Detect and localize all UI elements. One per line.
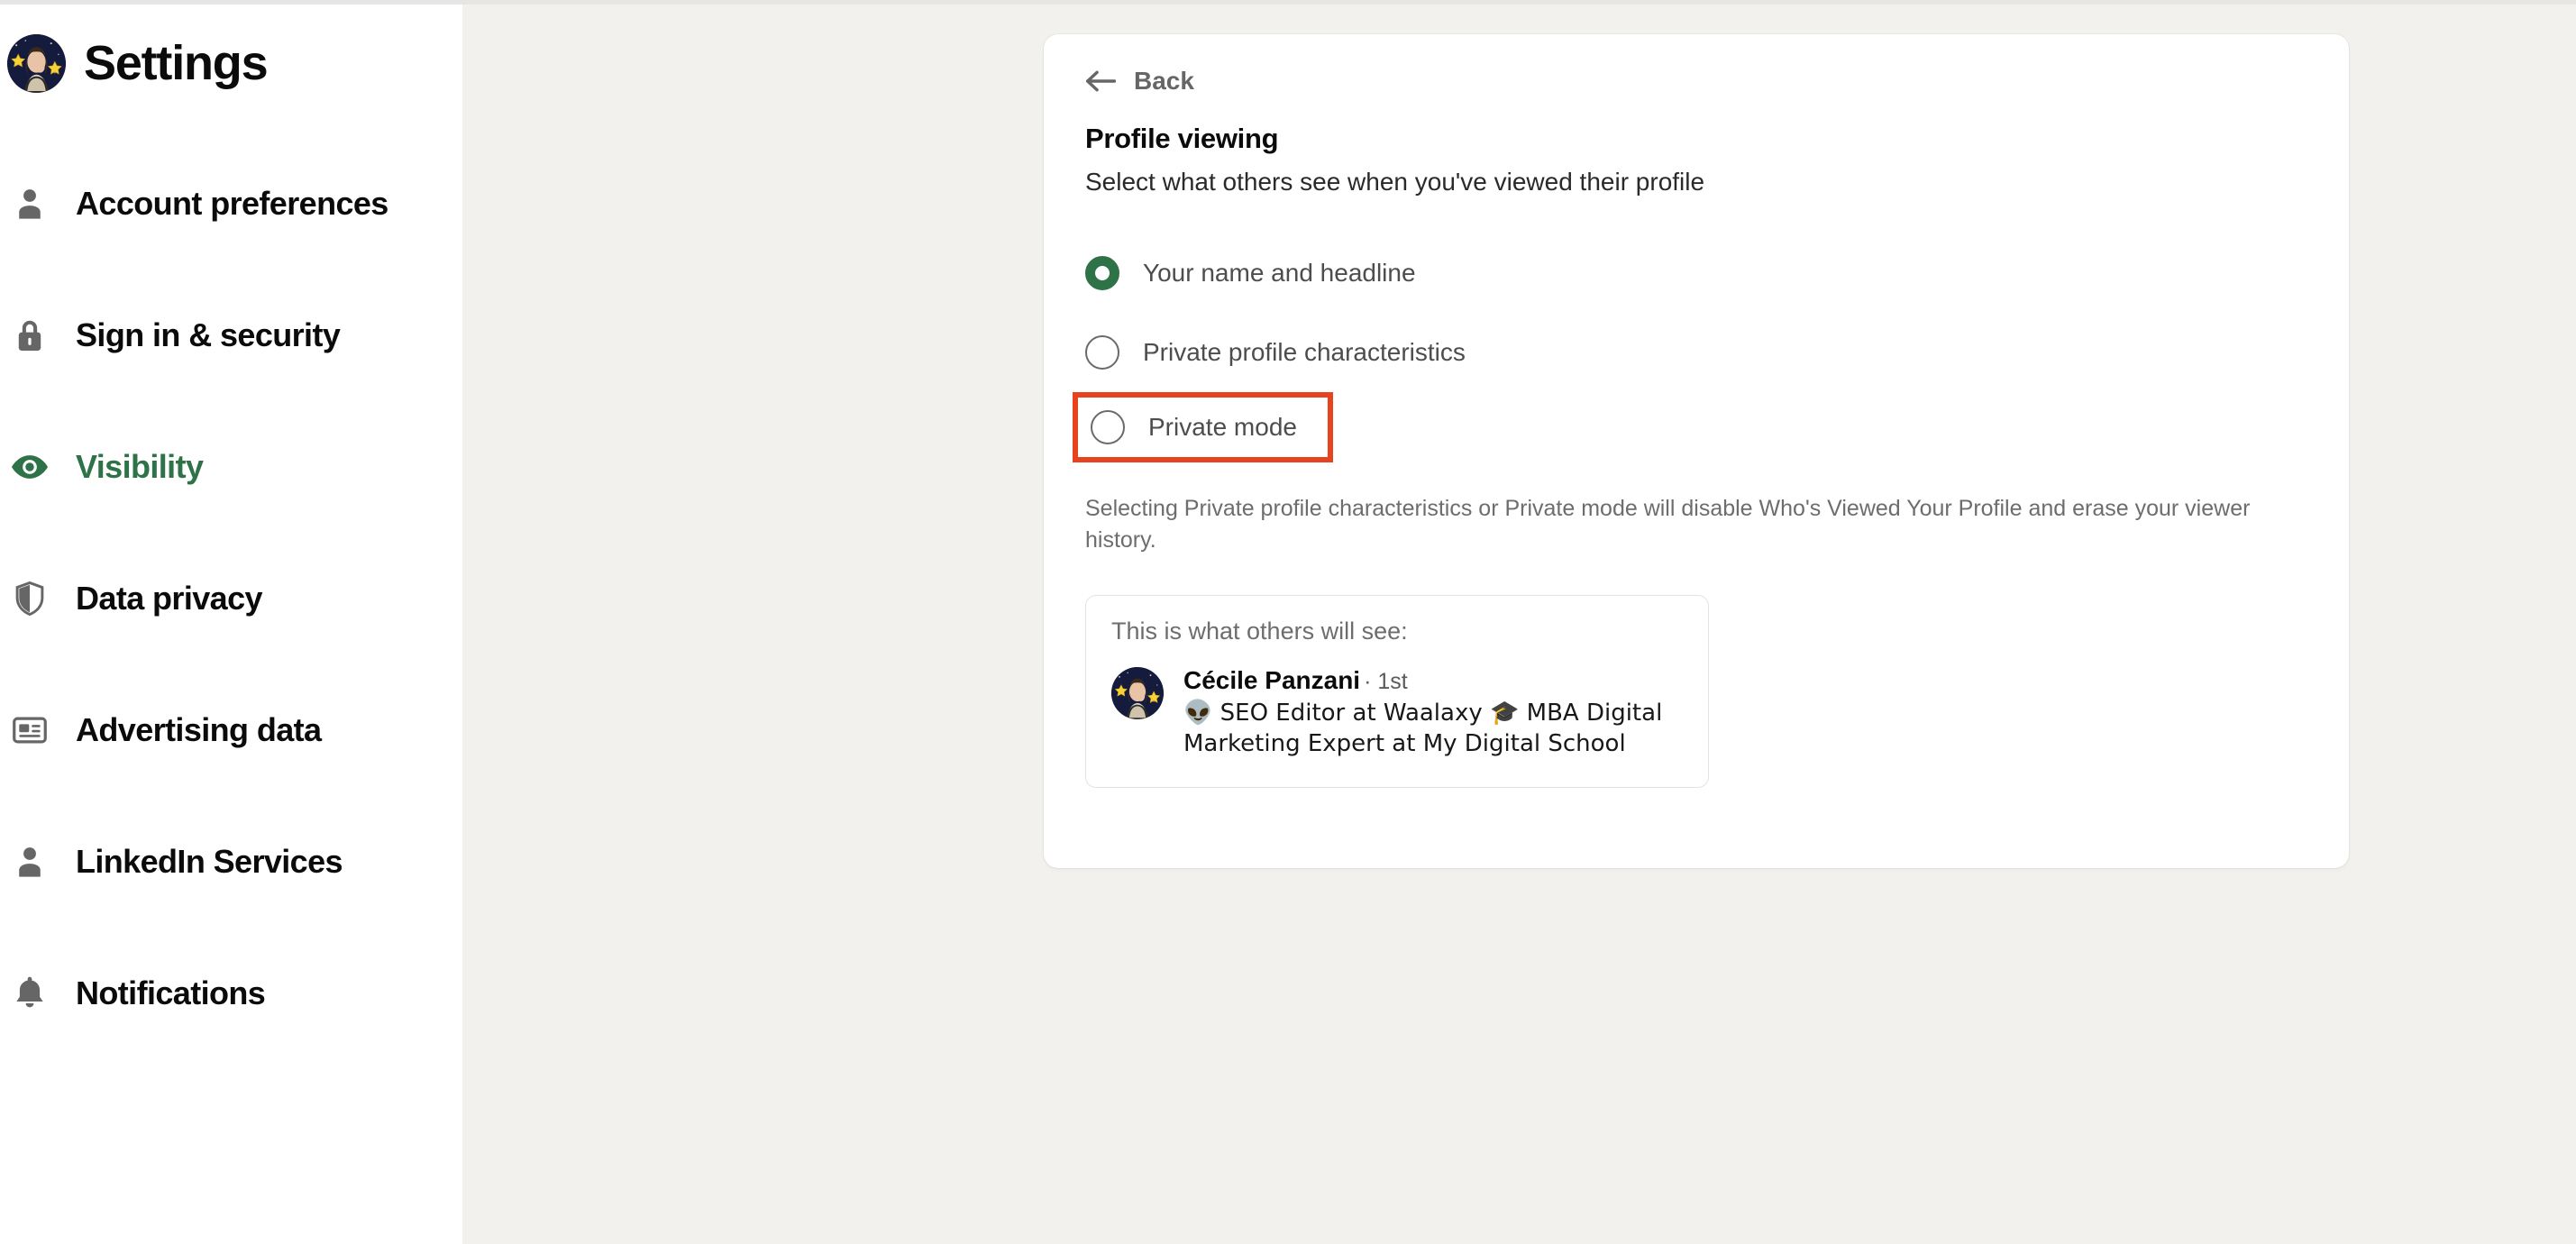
- option-label: Private profile characteristics: [1143, 337, 1466, 366]
- sidebar-item-data-privacy[interactable]: Data privacy: [0, 533, 462, 664]
- arrow-left-icon: [1085, 69, 1116, 93]
- page-title: Settings: [84, 36, 269, 90]
- preview-card: This is what others will see: Cécile Pan…: [1085, 594, 1709, 788]
- person-icon: [9, 188, 50, 220]
- user-avatar[interactable]: [7, 33, 66, 93]
- sidebar-item-label: Sign in & security: [76, 316, 341, 353]
- profile-viewing-options: Your name and headline Private profile c…: [1044, 233, 2349, 462]
- option-your-name-and-headline[interactable]: Your name and headline: [1044, 233, 1416, 313]
- radio-button[interactable]: [1091, 409, 1125, 444]
- section-title: Profile viewing: [1085, 123, 1279, 154]
- profile-viewing-card: Back Profile viewing Select what others …: [1044, 34, 2349, 868]
- sidebar-item-advertising-data[interactable]: Advertising data: [0, 664, 462, 796]
- privacy-note: Selecting Private profile characteristic…: [1085, 495, 2251, 553]
- sidebar-item-linkedin-services[interactable]: LinkedIn Services: [0, 796, 462, 928]
- option-private-mode[interactable]: Private mode: [1073, 391, 1333, 462]
- eye-icon: [9, 454, 50, 480]
- sidebar-item-label: Notifications: [76, 974, 266, 1011]
- option-private-profile-characteristics[interactable]: Private profile characteristics: [1044, 313, 1466, 392]
- sidebar-item-account-preferences[interactable]: Account preferences: [0, 138, 462, 270]
- preview-person-headline: 👽 SEO Editor at Waalaxy 🎓 MBA Digital Ma…: [1183, 700, 1663, 758]
- bell-icon: [9, 976, 50, 1011]
- option-label: Your name and headline: [1143, 258, 1416, 287]
- radio-button-selected[interactable]: [1085, 255, 1119, 290]
- preview-person: Cécile Panzani · 1st 👽 SEO Editor at Waal…: [1111, 666, 1683, 760]
- sidebar-item-label: Data privacy: [76, 580, 263, 617]
- sidebar-item-sign-in-security[interactable]: Sign in & security: [0, 270, 462, 401]
- sidebar-item-label: LinkedIn Services: [76, 843, 343, 880]
- card-icon: [9, 716, 50, 745]
- settings-sidebar: Settings Account preferences Sign in & s…: [0, 5, 462, 1244]
- option-label: Private mode: [1148, 412, 1297, 441]
- preview-person-text: Cécile Panzani · 1st 👽 SEO Editor at Waal…: [1183, 665, 1688, 760]
- preview-name-line: Cécile Panzani · 1st: [1183, 665, 1688, 695]
- sidebar-item-label: Advertising data: [76, 711, 322, 748]
- section-subtitle: Select what others see when you've viewe…: [1085, 168, 1705, 196]
- radio-button[interactable]: [1085, 334, 1119, 370]
- lock-icon: [9, 318, 50, 352]
- shield-icon: [9, 581, 50, 616]
- sidebar-item-visibility[interactable]: Visibility: [0, 401, 462, 533]
- back-button[interactable]: Back: [1044, 34, 1194, 94]
- sidebar-nav: Account preferences Sign in & security V…: [0, 138, 462, 1059]
- sidebar-item-notifications[interactable]: Notifications: [0, 928, 462, 1059]
- preview-person-degree: · 1st: [1364, 668, 1408, 694]
- preview-avatar: [1111, 666, 1164, 719]
- sidebar-item-label: Visibility: [76, 448, 204, 485]
- sidebar-header: Settings: [0, 5, 462, 122]
- sidebar-item-label: Account preferences: [76, 185, 388, 222]
- preview-heading: This is what others will see:: [1111, 617, 1408, 645]
- person-icon: [9, 846, 50, 878]
- preview-person-name: Cécile Panzani: [1183, 665, 1361, 694]
- back-button-label: Back: [1134, 67, 1194, 95]
